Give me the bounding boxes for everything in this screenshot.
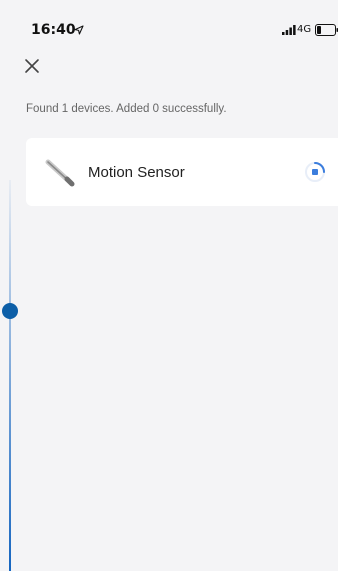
motion-sensor-icon (45, 159, 75, 187)
loading-spinner-icon (305, 162, 325, 182)
network-type: 4G (297, 24, 312, 35)
scan-summary: Found 1 devices. Added 0 successfully. (26, 103, 227, 115)
device-card-motion-sensor[interactable]: Motion Sensor (26, 138, 338, 206)
status-time: 16:40 (31, 22, 76, 38)
close-icon[interactable] (22, 56, 44, 78)
status-bar: 16:40 4G (0, 0, 338, 44)
signal-icon (282, 25, 296, 35)
battery-icon (315, 24, 338, 36)
timeline-dot (2, 303, 18, 319)
location-arrow-icon (74, 25, 84, 35)
device-name: Motion Sensor (88, 164, 185, 181)
timeline-line (9, 180, 11, 571)
